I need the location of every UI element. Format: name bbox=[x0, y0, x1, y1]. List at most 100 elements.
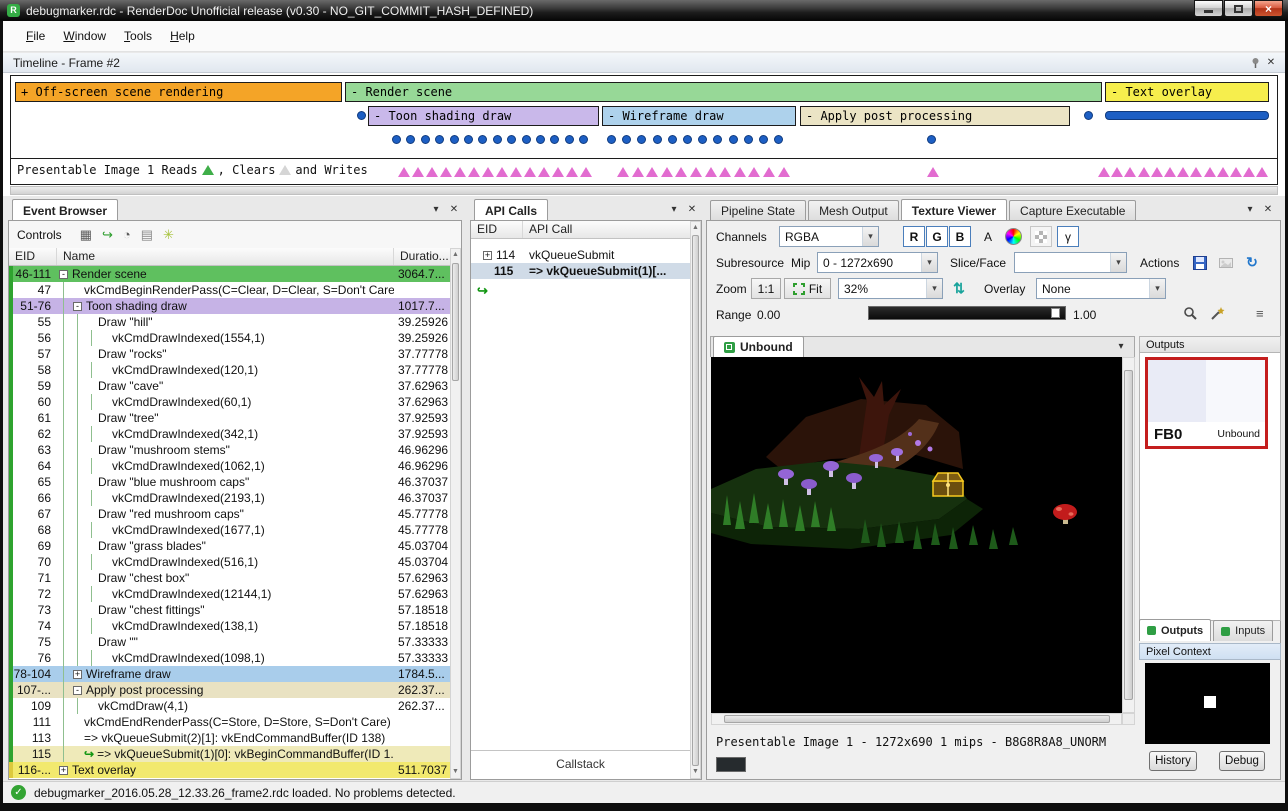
eb-scrollbar[interactable]: ▲ ▼ bbox=[450, 248, 461, 779]
write-marker-icon[interactable] bbox=[1230, 167, 1242, 177]
pixel-context-header[interactable]: Pixel Context bbox=[1139, 643, 1281, 660]
write-marker-icon[interactable] bbox=[412, 167, 424, 177]
write-marker-icon[interactable] bbox=[927, 167, 939, 177]
draw-dot-icon[interactable] bbox=[683, 135, 692, 144]
write-marker-icon[interactable] bbox=[398, 167, 410, 177]
write-marker-icon[interactable] bbox=[1151, 167, 1163, 177]
write-marker-icon[interactable] bbox=[1190, 167, 1202, 177]
write-marker-icon[interactable] bbox=[719, 167, 731, 177]
timeline-panel-header[interactable]: Timeline - Frame #2 ✕ bbox=[3, 53, 1285, 73]
write-marker-icon[interactable] bbox=[1138, 167, 1150, 177]
title-bar[interactable]: R debugmarker.rdc - RenderDoc Unofficial… bbox=[0, 0, 1288, 21]
timeline-bar-text-overlay[interactable]: - Text overlay bbox=[1105, 82, 1269, 102]
minimize-button[interactable] bbox=[1194, 0, 1223, 17]
bookmark-icon[interactable]: ✳ bbox=[163, 226, 174, 244]
zoom-fit-button[interactable]: Fit bbox=[784, 278, 831, 299]
draw-dot-icon[interactable] bbox=[607, 135, 616, 144]
api-column-header[interactable]: EID API Call bbox=[471, 221, 690, 239]
event-row[interactable]: 64vkCmdDrawIndexed(1062,1)46.96296 bbox=[9, 458, 450, 474]
goto-eid-icon[interactable]: ↪ bbox=[102, 226, 113, 244]
write-marker-icon[interactable] bbox=[552, 167, 564, 177]
write-marker-icon[interactable] bbox=[675, 167, 687, 177]
draw-dot-icon[interactable] bbox=[392, 135, 401, 144]
scroll-up-icon[interactable]: ▲ bbox=[451, 250, 460, 260]
draw-dot-icon[interactable] bbox=[450, 135, 459, 144]
event-row[interactable]: 70vkCmdDrawIndexed(516,1)45.03704 bbox=[9, 554, 450, 570]
write-marker-icon[interactable] bbox=[1164, 167, 1176, 177]
tab-capture-executable[interactable]: Capture Executable bbox=[1009, 200, 1136, 221]
write-marker-icon[interactable] bbox=[1124, 167, 1136, 177]
event-row[interactable]: 67Draw "red mushroom caps"45.77778 bbox=[9, 506, 450, 522]
flip-y-button[interactable]: ⇅ bbox=[949, 278, 969, 299]
event-row[interactable]: 116-...+Text overlay511.7037 bbox=[9, 762, 450, 778]
eb-close-icon[interactable]: ✕ bbox=[446, 202, 462, 217]
draw-dot-icon[interactable] bbox=[464, 135, 473, 144]
zoom-1to1-button[interactable]: 1:1 bbox=[751, 278, 781, 299]
event-row[interactable]: 71Draw "chest box"57.62963 bbox=[9, 570, 450, 586]
menu-file[interactable]: File bbox=[17, 25, 54, 47]
api-row[interactable]: +114vkQueueSubmit bbox=[471, 247, 690, 263]
texture-hscrollbar-thumb[interactable] bbox=[724, 715, 1110, 723]
draw-dot-icon[interactable] bbox=[421, 135, 430, 144]
write-marker-icon[interactable] bbox=[426, 167, 438, 177]
tab-inputs[interactable]: Inputs bbox=[1213, 620, 1273, 641]
write-marker-icon[interactable] bbox=[482, 167, 494, 177]
write-marker-icon[interactable] bbox=[748, 167, 760, 177]
channel-b-button[interactable]: B bbox=[949, 226, 971, 247]
draw-dot-icon[interactable] bbox=[565, 135, 574, 144]
write-marker-icon[interactable] bbox=[454, 167, 466, 177]
write-marker-icon[interactable] bbox=[617, 167, 629, 177]
autofit-range-button[interactable] bbox=[1210, 306, 1228, 324]
expander-icon[interactable]: - bbox=[59, 270, 68, 279]
write-marker-icon[interactable] bbox=[778, 167, 790, 177]
write-marker-icon[interactable] bbox=[1098, 167, 1110, 177]
outputs-header[interactable]: Outputs bbox=[1139, 336, 1281, 353]
draw-dot-icon[interactable] bbox=[713, 135, 722, 144]
grid-icon[interactable]: ▦ bbox=[80, 226, 92, 244]
timeline-bars[interactable]: + Off-screen scene rendering- Render sce… bbox=[10, 75, 1278, 159]
time-durations-icon[interactable]: ◔ bbox=[123, 226, 131, 244]
save-image-button[interactable] bbox=[1216, 253, 1236, 273]
right-close-icon[interactable]: ✕ bbox=[1260, 202, 1276, 217]
event-row[interactable]: 107-...-Apply post processing262.37... bbox=[9, 682, 450, 698]
eb-menu-icon[interactable]: ▾ bbox=[428, 202, 444, 217]
write-marker-icon[interactable] bbox=[1111, 167, 1123, 177]
write-marker-icon[interactable] bbox=[1217, 167, 1229, 177]
write-marker-icon[interactable] bbox=[763, 167, 775, 177]
scroll-down-icon[interactable]: ▼ bbox=[451, 767, 460, 777]
history-button[interactable]: History bbox=[1149, 751, 1197, 771]
write-marker-icon[interactable] bbox=[690, 167, 702, 177]
event-row[interactable]: 76vkCmdDrawIndexed(1098,1)57.33333 bbox=[9, 650, 450, 666]
write-marker-icon[interactable] bbox=[510, 167, 522, 177]
maximize-button[interactable] bbox=[1224, 0, 1253, 17]
gamma-button[interactable]: γ bbox=[1057, 226, 1079, 247]
expander-icon[interactable]: - bbox=[73, 302, 82, 311]
tab-event-browser[interactable]: Event Browser bbox=[12, 199, 118, 221]
mip-select[interactable]: 0 - 1272x690 ▾ bbox=[817, 252, 938, 273]
menu-window[interactable]: Window bbox=[54, 25, 115, 47]
draw-dot-icon[interactable] bbox=[435, 135, 444, 144]
event-row[interactable]: 113=> vkQueueSubmit(2)[1]: vkEndCommandB… bbox=[9, 730, 450, 746]
fb0-thumbnail[interactable]: FB0 Unbound bbox=[1145, 357, 1268, 449]
scroll-down-icon[interactable]: ▼ bbox=[691, 767, 700, 777]
write-marker-icon[interactable] bbox=[1243, 167, 1255, 177]
timeline-close-icon[interactable]: ✕ bbox=[1263, 55, 1279, 70]
write-marker-icon[interactable] bbox=[705, 167, 717, 177]
timeline-bar-toon-shading-draw[interactable]: - Toon shading draw bbox=[368, 106, 599, 126]
texture-hscrollbar[interactable] bbox=[711, 713, 1122, 725]
write-marker-icon[interactable] bbox=[468, 167, 480, 177]
eb-scrollbar-thumb[interactable] bbox=[452, 263, 459, 381]
write-marker-icon[interactable] bbox=[524, 167, 536, 177]
event-row[interactable]: 109vkCmdDraw(4,1)262.37... bbox=[9, 698, 450, 714]
draw-dot-icon[interactable] bbox=[637, 135, 646, 144]
write-marker-icon[interactable] bbox=[440, 167, 452, 177]
event-row[interactable]: 66vkCmdDrawIndexed(2193,1)46.37037 bbox=[9, 490, 450, 506]
draw-dot-icon[interactable] bbox=[622, 135, 631, 144]
texture-image[interactable] bbox=[711, 357, 1122, 578]
draw-dot-icon[interactable] bbox=[357, 111, 366, 120]
timeline-bar-off-screen-scene-rendering[interactable]: + Off-screen scene rendering bbox=[15, 82, 342, 102]
draw-dot-icon[interactable] bbox=[729, 135, 738, 144]
tab-outputs[interactable]: Outputs bbox=[1139, 619, 1211, 641]
texture-vscrollbar[interactable] bbox=[1122, 357, 1135, 713]
event-row[interactable]: 63Draw "mushroom stems"46.96296 bbox=[9, 442, 450, 458]
